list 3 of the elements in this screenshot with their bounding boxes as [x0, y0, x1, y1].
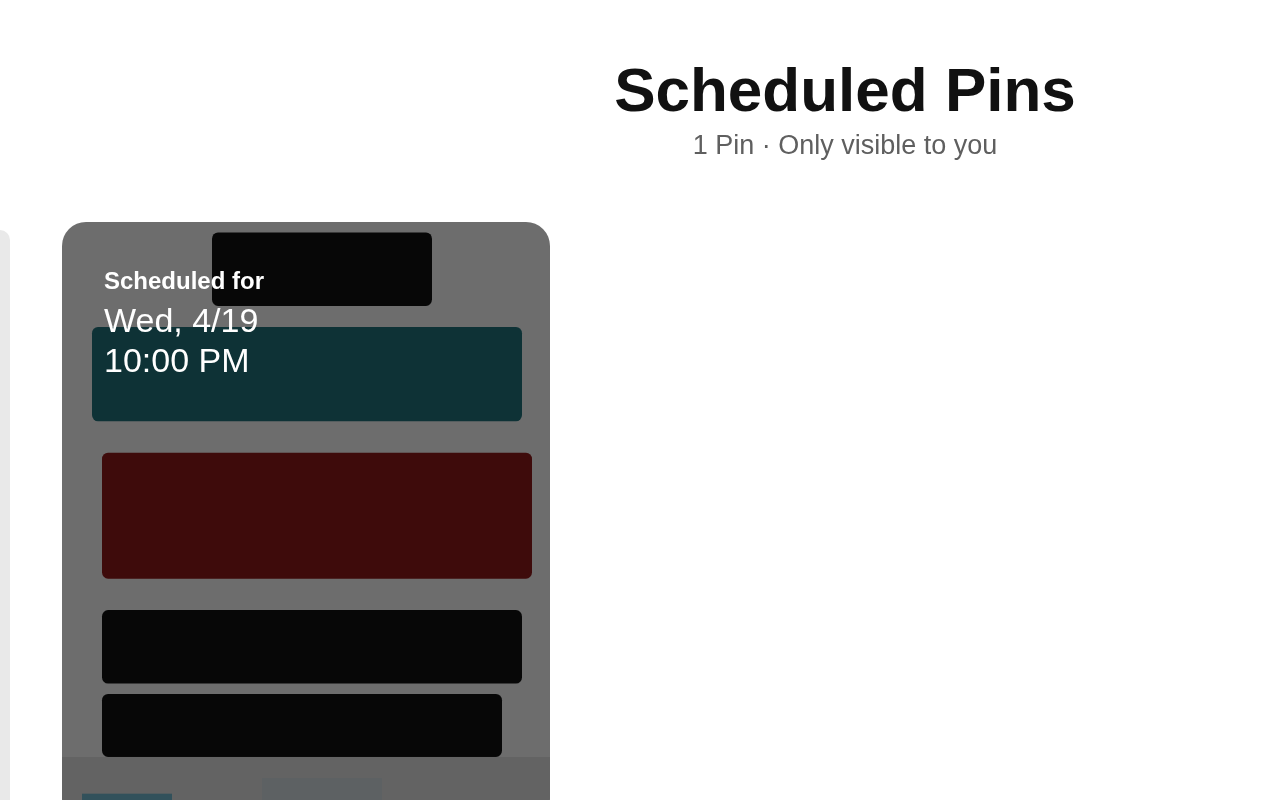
- scheduled-time: 10:00 PM: [104, 340, 251, 380]
- pin-count-subtitle: 1 Pin · Only visible to you: [692, 129, 998, 162]
- page-title: Scheduled Pins: [614, 54, 1076, 126]
